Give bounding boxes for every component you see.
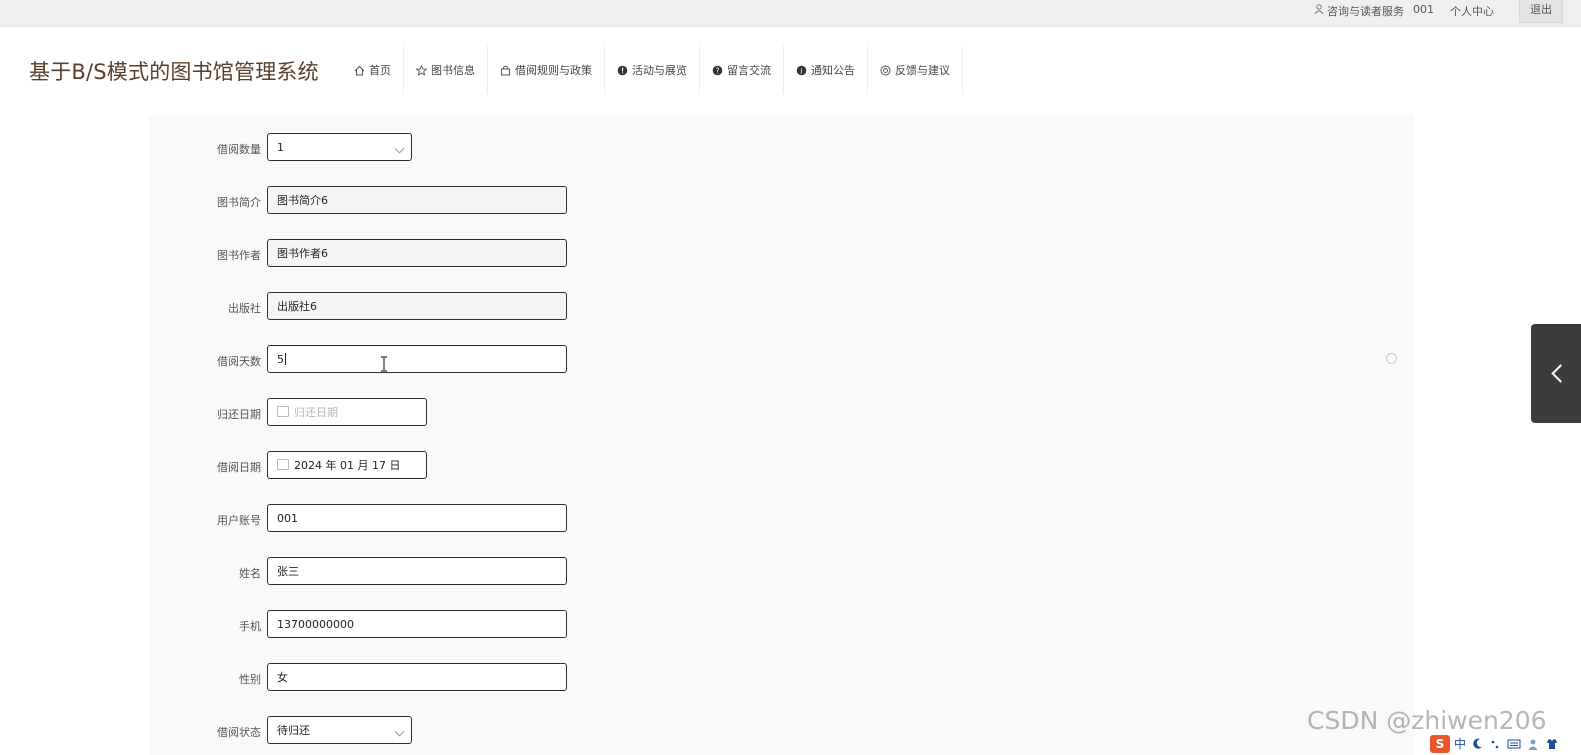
- main-nav: 首页 图书信息 借阅规则与政策 活动与展览 ? 留言交流 i 通知公告 反馈与建…: [342, 46, 963, 94]
- date-placeholder: 归还日期: [294, 406, 338, 419]
- skin-icon: [1547, 739, 1558, 749]
- form-row-name: 姓名 张三: [149, 557, 749, 587]
- nav-item-label: 活动与展览: [632, 64, 687, 77]
- calendar-icon: [277, 406, 289, 417]
- user-icon: [1314, 4, 1324, 14]
- field-label: 图书简介: [217, 196, 261, 209]
- form-row-book-author: 图书作者 图书作者6: [149, 239, 749, 269]
- side-panel-toggle[interactable]: [1531, 324, 1581, 423]
- book-author-field[interactable]: 图书作者6: [267, 239, 567, 267]
- select-value: 待归还: [277, 724, 310, 737]
- form-row-borrow-count: 借阅数量 1: [149, 133, 749, 163]
- ime-toolbar[interactable]: S中: [1430, 735, 1581, 755]
- profile-link[interactable]: 个人中心: [1450, 3, 1494, 19]
- field-label: 出版社: [228, 302, 261, 315]
- nav-item-rules[interactable]: 借阅规则与政策: [488, 46, 605, 94]
- borrow-status-select[interactable]: 待归还: [267, 716, 412, 744]
- nav-item-label: 通知公告: [811, 64, 855, 77]
- svg-text:?: ?: [716, 66, 720, 75]
- nav-item-label: 留言交流: [727, 64, 771, 77]
- publisher-field[interactable]: 出版社6: [267, 292, 567, 320]
- input-value: 5: [277, 353, 284, 366]
- punctuation-icon: [1491, 740, 1498, 749]
- chevron-down-icon: [394, 726, 405, 737]
- nav-item-label: 借阅规则与政策: [515, 64, 592, 77]
- select-value: 1: [277, 141, 284, 154]
- borrow-date-picker[interactable]: 2024 年 01 月 17 日: [267, 451, 427, 479]
- question-icon: ?: [712, 65, 723, 75]
- home-icon: [354, 65, 365, 75]
- field-label: 归还日期: [217, 408, 261, 421]
- form-row-publisher: 出版社 出版社6: [149, 292, 749, 322]
- nav-item-label: 反馈与建议: [895, 64, 950, 77]
- star-icon: [416, 64, 427, 76]
- nav-item-books[interactable]: 图书信息: [404, 46, 488, 94]
- field-label: 姓名: [239, 567, 261, 580]
- phone-field[interactable]: 13700000000: [267, 610, 567, 638]
- field-label: 借阅状态: [217, 726, 261, 739]
- keyboard-icon: [1507, 739, 1520, 749]
- nav-item-notices[interactable]: i 通知公告: [784, 46, 868, 94]
- top-bar: 咨询与读者服务 001 个人中心 退出: [0, 0, 1581, 27]
- calendar-icon: [277, 459, 289, 470]
- field-label: 借阅天数: [217, 355, 261, 368]
- ime-logo-icon: S: [1430, 735, 1450, 753]
- return-date-picker[interactable]: 归还日期: [267, 398, 427, 426]
- chevron-left-icon: [1551, 364, 1570, 383]
- form-panel: 借阅数量 1 图书简介 图书简介6 图书作者 图书作者6 出版社 出版社6 借阅…: [149, 115, 1414, 755]
- text-cursor-icon: [381, 356, 387, 372]
- field-label: 用户账号: [217, 514, 261, 527]
- info-icon: [617, 65, 628, 75]
- watermark: CSDN @zhiwen206: [1307, 706, 1547, 735]
- form-row-borrow-date: 借阅日期 2024 年 01 月 17 日: [149, 451, 749, 481]
- globe-icon: [880, 65, 891, 75]
- nav-item-messages[interactable]: ? 留言交流: [700, 46, 784, 94]
- form-row-borrow-status: 借阅状态 待归还: [149, 716, 749, 746]
- nav-item-label: 图书信息: [431, 64, 475, 77]
- form-row-return-date: 归还日期 归还日期: [149, 398, 749, 428]
- user-settings-icon: [1528, 739, 1538, 750]
- info-icon: i: [796, 65, 807, 75]
- field-label: 图书作者: [217, 249, 261, 262]
- field-label: 借阅日期: [217, 461, 261, 474]
- field-label: 借阅数量: [217, 143, 261, 156]
- book-intro-field[interactable]: 图书简介6: [267, 186, 567, 214]
- form-row-borrow-days: 借阅天数 5: [149, 345, 749, 375]
- reader-service-link[interactable]: 咨询与读者服务: [1327, 3, 1404, 19]
- nav-item-label: 首页: [369, 64, 391, 77]
- user-account-field[interactable]: 001: [267, 504, 567, 532]
- gender-field[interactable]: 女: [267, 663, 567, 691]
- borrow-days-input[interactable]: 5: [267, 345, 567, 373]
- text-caret: [285, 353, 286, 365]
- logout-button[interactable]: 退出: [1519, 0, 1563, 23]
- bag-icon: [501, 65, 510, 75]
- nav-item-feedback[interactable]: 反馈与建议: [868, 46, 963, 94]
- name-field[interactable]: 张三: [267, 557, 567, 585]
- chevron-down-icon: [394, 143, 405, 154]
- form-row-phone: 手机 13700000000: [149, 610, 749, 640]
- ime-mode: 中: [1454, 737, 1467, 751]
- date-value: 2024 年 01 月 17 日: [294, 459, 401, 472]
- moon-icon: [1473, 738, 1482, 749]
- nav-item-home[interactable]: 首页: [342, 46, 404, 94]
- borrow-count-select[interactable]: 1: [267, 133, 412, 161]
- username-label: 001: [1413, 3, 1434, 16]
- form-row-gender: 性别 女: [149, 663, 749, 693]
- site-title: 基于B/S模式的图书馆管理系统: [29, 60, 319, 84]
- clear-icon[interactable]: [1386, 353, 1397, 364]
- nav-item-activities[interactable]: 活动与展览: [605, 46, 700, 94]
- form-row-book-intro: 图书简介 图书简介6: [149, 186, 749, 216]
- form-row-user-account: 用户账号 001: [149, 504, 749, 534]
- field-label: 手机: [239, 620, 261, 633]
- field-label: 性别: [239, 673, 261, 686]
